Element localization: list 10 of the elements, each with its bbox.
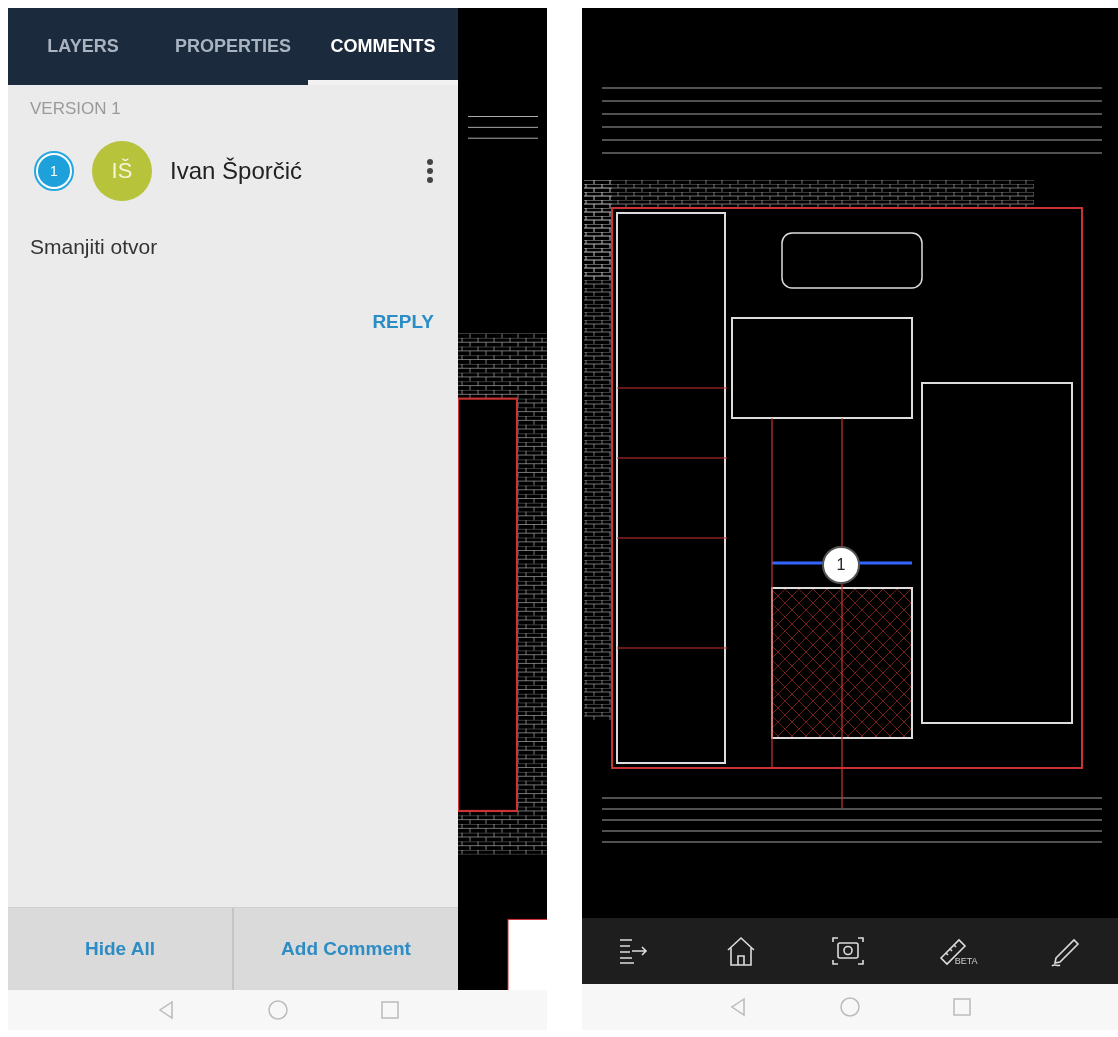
measure-tool-button[interactable]: BETA <box>934 934 978 968</box>
tab[interactable]: LAYERS <box>8 8 158 85</box>
avatar: IŠ <box>92 141 152 201</box>
recent-apps-icon[interactable] <box>950 995 974 1019</box>
tab[interactable]: PROPERTIES <box>158 8 308 85</box>
more-options-icon[interactable] <box>426 158 434 184</box>
beta-label: BETA <box>954 956 978 966</box>
author-name: Ivan Šporčić <box>170 157 304 185</box>
comment-text: Smanjiti otvor <box>30 235 158 259</box>
version-label: VERSION 1 <box>30 99 121 119</box>
